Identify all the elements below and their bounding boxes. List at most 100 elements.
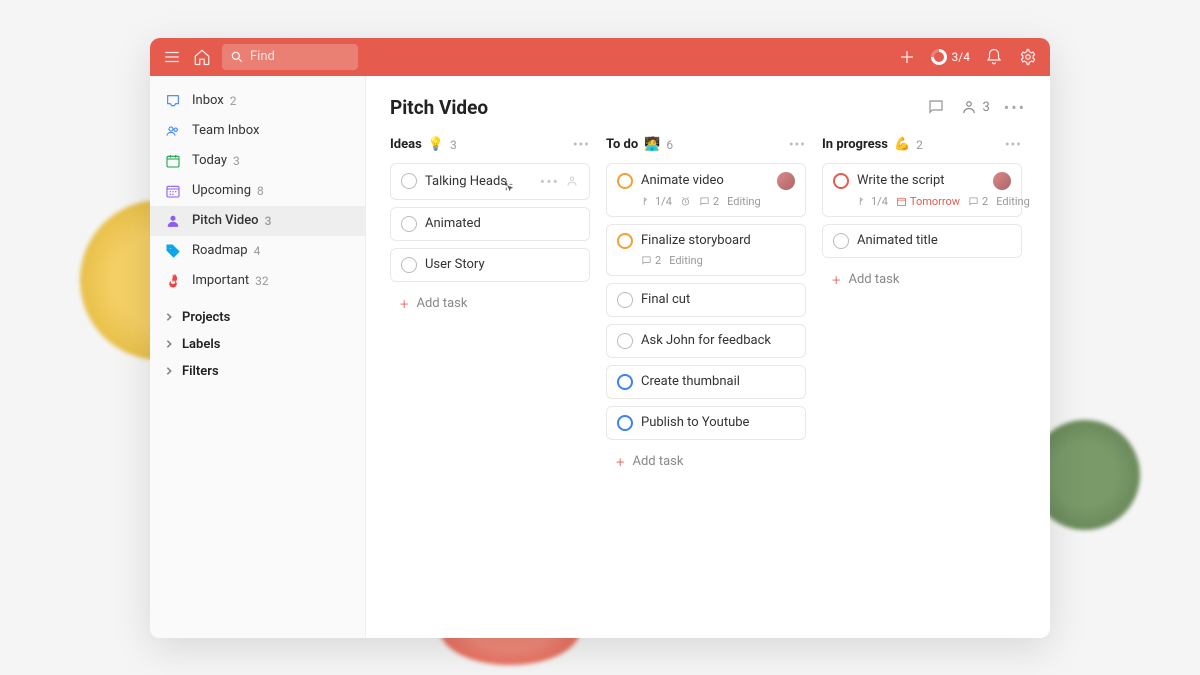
- sidebar-item-label: Important: [192, 273, 249, 288]
- more-menu[interactable]: •••: [1004, 98, 1026, 117]
- home-icon[interactable]: [192, 47, 212, 67]
- sidebar-group-labels[interactable]: Labels: [150, 331, 365, 358]
- column-emoji: 🧑‍💻: [644, 137, 660, 152]
- sidebar: Inbox 2 Team Inbox Today 3 Upcoming 8 Pi…: [150, 76, 366, 638]
- column-title: In progress: [822, 137, 888, 152]
- card-meta: 2Editing: [641, 254, 795, 267]
- sidebar-group-projects[interactable]: Projects: [150, 304, 365, 331]
- topbar: 3/4: [150, 38, 1050, 76]
- sidebar-item-label: Inbox: [192, 93, 224, 108]
- add-icon[interactable]: [897, 47, 917, 67]
- search-box[interactable]: [222, 44, 358, 70]
- task-card[interactable]: User Story: [390, 248, 590, 282]
- share-count: 3: [982, 100, 989, 115]
- task-title: Create thumbnail: [641, 374, 795, 389]
- add-task-button[interactable]: + Add task: [822, 265, 1022, 295]
- column-more-menu[interactable]: •••: [789, 137, 806, 153]
- chevron-right-icon: [164, 339, 174, 349]
- add-task-button[interactable]: + Add task: [606, 447, 806, 477]
- person-icon: [164, 212, 182, 230]
- sidebar-group-filters[interactable]: Filters: [150, 358, 365, 385]
- assignee-avatar[interactable]: [993, 172, 1011, 190]
- add-task-button[interactable]: + Add task: [390, 289, 590, 319]
- task-checkbox[interactable]: [617, 173, 633, 189]
- progress-circle-icon: [931, 49, 947, 65]
- sidebar-item-important[interactable]: Important 32: [150, 266, 365, 296]
- comments-icon[interactable]: [926, 97, 946, 117]
- sidebar-item-label: Pitch Video: [192, 213, 259, 228]
- column-to-do: To do 🧑‍💻 6 ••• Animate video 1/42Editin…: [606, 137, 806, 477]
- task-checkbox[interactable]: [833, 173, 849, 189]
- flame-icon: [164, 272, 182, 290]
- sidebar-item-count: 3: [265, 214, 272, 228]
- card-label: Editing: [996, 195, 1030, 208]
- sidebar-item-upcoming[interactable]: Upcoming 8: [150, 176, 365, 206]
- sidebar-item-label: Team Inbox: [192, 123, 259, 138]
- add-task-label: Add task: [848, 272, 899, 287]
- task-checkbox[interactable]: [617, 415, 633, 431]
- progress-text: 3/4: [952, 50, 970, 64]
- sidebar-item-inbox[interactable]: Inbox 2: [150, 86, 365, 116]
- sidebar-item-count: 32: [255, 274, 269, 288]
- plus-icon: +: [832, 271, 840, 289]
- card-label: Editing: [727, 195, 761, 208]
- share-button[interactable]: 3: [960, 98, 989, 116]
- column-ideas: Ideas 💡 3 ••• Talking Heads ••• Animated: [390, 137, 590, 319]
- task-card[interactable]: Talking Heads •••: [390, 163, 590, 200]
- task-card[interactable]: Create thumbnail: [606, 365, 806, 399]
- column-more-menu[interactable]: •••: [1005, 137, 1022, 153]
- search-input[interactable]: [250, 49, 350, 64]
- due-date: Tomorrow: [896, 195, 960, 208]
- task-checkbox[interactable]: [617, 333, 633, 349]
- productivity-badge[interactable]: 3/4: [931, 49, 970, 65]
- column-title: Ideas: [390, 137, 422, 152]
- plus-icon: +: [616, 453, 624, 471]
- sidebar-item-team-inbox[interactable]: Team Inbox: [150, 116, 365, 146]
- task-card[interactable]: Animated title: [822, 224, 1022, 258]
- task-card[interactable]: Animate video 1/42Editing: [606, 163, 806, 217]
- chevron-right-icon: [164, 312, 174, 322]
- task-card[interactable]: Finalize storyboard 2Editing: [606, 224, 806, 276]
- menu-icon[interactable]: [162, 47, 182, 67]
- task-card[interactable]: Final cut: [606, 283, 806, 317]
- task-card[interactable]: Ask John for feedback: [606, 324, 806, 358]
- task-checkbox[interactable]: [833, 233, 849, 249]
- column-more-menu[interactable]: •••: [573, 137, 590, 153]
- task-checkbox[interactable]: [401, 216, 417, 232]
- task-title: Animated: [425, 216, 579, 231]
- column-count: 2: [916, 138, 923, 152]
- sidebar-item-today[interactable]: Today 3: [150, 146, 365, 176]
- main-content: Pitch Video 3 ••• Ideas 💡 3 •••: [366, 76, 1050, 638]
- task-title: Finalize storyboard: [641, 233, 795, 248]
- card-meta: 1/4Tomorrow2Editing: [857, 195, 1011, 208]
- task-card[interactable]: Write the script 1/4Tomorrow2Editing: [822, 163, 1022, 217]
- task-title: Write the script: [857, 173, 985, 188]
- tag-icon: [164, 242, 182, 260]
- settings-icon[interactable]: [1018, 47, 1038, 67]
- reminder-icon: [680, 196, 691, 207]
- card-meta: 1/42Editing: [641, 195, 795, 208]
- task-card[interactable]: Publish to Youtube: [606, 406, 806, 440]
- card-more-icon[interactable]: •••: [540, 172, 559, 191]
- assignee-avatar[interactable]: [777, 172, 795, 190]
- task-checkbox[interactable]: [617, 292, 633, 308]
- app-window: 3/4 Inbox 2 Team Inbox Today 3 Upcoming …: [150, 38, 1050, 638]
- task-title: Publish to Youtube: [641, 415, 795, 430]
- task-checkbox[interactable]: [617, 233, 633, 249]
- comment-count: 2: [968, 195, 988, 208]
- add-task-label: Add task: [416, 296, 467, 311]
- task-title: Animate video: [641, 173, 769, 188]
- assign-icon[interactable]: [565, 174, 579, 188]
- card-hover-actions[interactable]: •••: [540, 172, 579, 191]
- task-card[interactable]: Animated: [390, 207, 590, 241]
- sidebar-item-count: 3: [233, 154, 240, 168]
- calendar-today-icon: [164, 152, 182, 170]
- sidebar-item-pitch-video[interactable]: Pitch Video 3: [150, 206, 365, 236]
- team-tray-icon: [164, 122, 182, 140]
- task-checkbox[interactable]: [401, 173, 417, 189]
- notifications-icon[interactable]: [984, 47, 1004, 67]
- sidebar-item-count: 8: [257, 184, 264, 198]
- task-checkbox[interactable]: [401, 257, 417, 273]
- sidebar-item-roadmap[interactable]: Roadmap 4: [150, 236, 365, 266]
- task-checkbox[interactable]: [617, 374, 633, 390]
